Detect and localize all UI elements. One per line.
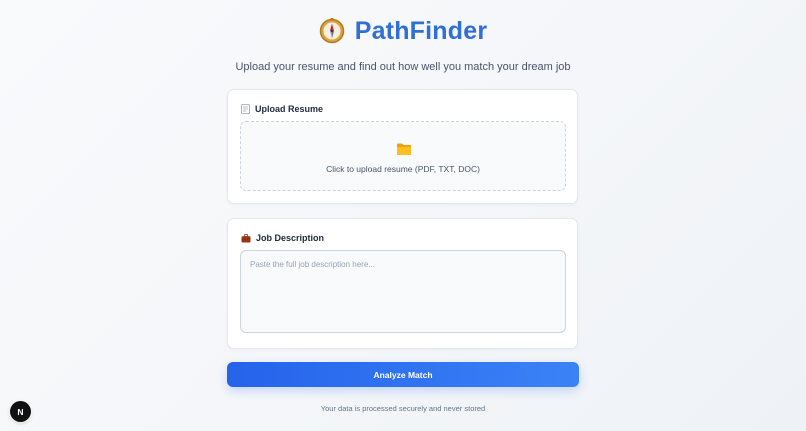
brand: PathFinder xyxy=(319,16,488,46)
dropzone-text: Click to upload resume (PDF, TXT, DOC) xyxy=(326,164,480,174)
analyze-match-button[interactable]: Analyze Match xyxy=(227,362,579,387)
header: PathFinder Upload your resume and find o… xyxy=(0,16,806,74)
page-title: PathFinder xyxy=(354,16,488,45)
resume-dropzone[interactable]: Click to upload resume (PDF, TXT, DOC) xyxy=(240,121,566,191)
job-description-input[interactable] xyxy=(240,250,566,333)
upload-resume-label: Upload Resume xyxy=(255,104,324,114)
compass-icon xyxy=(319,18,344,44)
document-icon xyxy=(241,104,250,114)
job-description-label: Job Description xyxy=(256,233,325,243)
upload-resume-card: Upload Resume Click to upload resume (PD… xyxy=(227,89,578,204)
job-description-heading: Job Description xyxy=(241,233,324,243)
page-subtitle: Upload your resume and find out how well… xyxy=(235,61,571,73)
dev-tools-badge[interactable]: N xyxy=(10,401,31,422)
folder-icon xyxy=(397,143,411,155)
briefcase-icon xyxy=(241,233,251,242)
privacy-note: Your data is processed securely and neve… xyxy=(320,404,486,413)
upload-resume-heading: Upload Resume xyxy=(241,104,323,114)
job-description-card: Job Description xyxy=(227,218,578,349)
